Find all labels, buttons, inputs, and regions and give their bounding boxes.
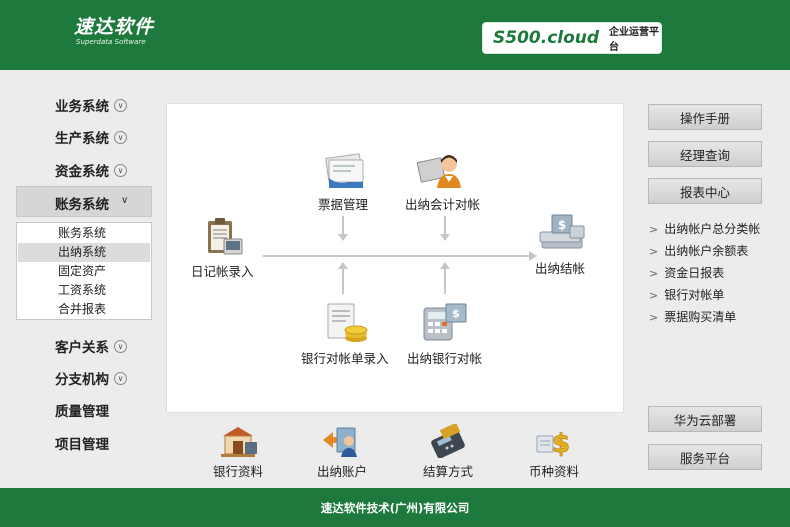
nav-item-crm[interactable]: 客户关系 ∨: [55, 334, 127, 358]
nav-label: 业务系统: [55, 99, 109, 115]
chevron-down-icon: ∨: [114, 339, 127, 353]
settlement-method-button[interactable]: 结算方式: [408, 424, 488, 480]
report-link-daily-funds[interactable]: > 资金日报表: [649, 264, 724, 281]
report-link-bill-purchase[interactable]: > 票据购买清单: [649, 308, 736, 325]
flow-arrow-down: [440, 234, 450, 241]
currency-info-button[interactable]: $ 币种资料: [514, 424, 594, 480]
report-link-cashier-balance[interactable]: > 出纳帐户余额表: [649, 242, 748, 259]
chevron-right-icon: >: [649, 267, 659, 280]
nav-label: 客户关系: [55, 340, 109, 356]
operation-manual-button[interactable]: 操作手册: [648, 104, 762, 130]
nav-label: 质量管理: [55, 404, 109, 420]
product-tagline: 企业运营平台: [609, 27, 660, 53]
flow-label-bill-management: 票据管理: [317, 197, 368, 212]
nav-item-branches[interactable]: 分支机构 ∨: [55, 366, 127, 390]
chevron-down-icon: ∨: [121, 195, 129, 206]
account-user-icon: [323, 427, 357, 457]
nav-item-projects[interactable]: 项目管理: [55, 431, 109, 455]
settlement-method-label: 结算方式: [422, 464, 473, 479]
flow-arrow-down: [338, 234, 348, 241]
report-link-label: 出纳帐户总分类帐: [664, 222, 761, 236]
footer-bar: 速达软件技术(广州)有限公司: [0, 488, 790, 527]
submenu-item-fixed-assets[interactable]: 固定资产: [18, 262, 150, 281]
submenu-item-payroll[interactable]: 工资系统: [18, 281, 150, 300]
footer-company-name: 速达软件技术(广州)有限公司: [320, 500, 470, 515]
chevron-right-icon: >: [649, 223, 659, 236]
bank-info-label: 银行资料: [212, 464, 263, 479]
cashier-flow-panel: 日记帐录入 票据管理 出纳会计对帐 $ 出纳结帐 银行对帐单录入 $ 出纳银行对…: [166, 103, 624, 413]
chevron-down-icon: ∨: [114, 98, 127, 112]
money-stack-icon: $: [539, 214, 585, 249]
statement-coins-icon: [327, 303, 368, 342]
journal-clipboard-icon: [208, 218, 243, 255]
logo-subtext: Superdata Software: [76, 38, 146, 46]
flow-line-bank-statement: [342, 268, 344, 294]
bill-stack-icon: [325, 153, 364, 188]
chevron-right-icon: >: [649, 245, 659, 258]
currency-info-label: 币种资料: [528, 464, 579, 479]
flow-line-bill: [342, 216, 344, 236]
company-logo: 速达软件 Superdata Software: [74, 16, 154, 47]
flow-node-bank-statement-entry[interactable]: 银行对帐单录入: [301, 302, 389, 367]
nav-item-funds[interactable]: 资金系统 ∨: [55, 158, 127, 182]
report-center-button[interactable]: 报表中心: [648, 178, 762, 204]
manager-query-button[interactable]: 经理查询: [648, 141, 762, 167]
header-bar: 速达软件 Superdata Software S500.cloud 企业运营平…: [0, 0, 790, 70]
flow-node-cashier-accounting-reconcile[interactable]: 出纳会计对帐: [405, 152, 480, 213]
submenu-item-consolidated[interactable]: 合并报表: [18, 300, 150, 319]
chevron-down-icon: ∨: [114, 163, 127, 177]
svg-text:$: $: [552, 429, 570, 458]
submenu-item-cashier[interactable]: 出纳系统: [18, 243, 150, 262]
report-link-label: 资金日报表: [664, 266, 725, 280]
report-link-label: 票据购买清单: [664, 310, 737, 324]
logo-text: 速达软件: [74, 16, 155, 38]
report-link-bank-statement[interactable]: > 银行对帐单: [649, 286, 724, 303]
flow-node-bill-management[interactable]: 票据管理: [315, 152, 371, 213]
cashier-person-icon: [416, 155, 461, 188]
flow-node-journal-entry[interactable]: 日记帐录入: [191, 217, 254, 280]
chevron-down-icon: ∨: [114, 371, 127, 385]
nav-label: 分支机构: [55, 372, 109, 388]
flow-label-bank-statement-entry: 银行对帐单录入: [301, 351, 389, 366]
nav-item-business[interactable]: 业务系统 ∨: [55, 93, 127, 117]
accounting-submenu: 账务系统 出纳系统 固定资产 工资系统 合并报表: [16, 222, 152, 320]
bank-building-icon: [221, 427, 257, 457]
flow-label-cashier-bank-reconcile: 出纳银行对帐: [407, 351, 483, 366]
card-terminal-icon: [431, 424, 465, 458]
product-name: S500.cloud: [493, 28, 600, 48]
flow-line-horizontal: [263, 255, 531, 257]
flow-label-journal-entry: 日记帐录入: [191, 264, 254, 279]
nav-label: 生产系统: [55, 131, 109, 147]
flow-node-cashier-bank-reconcile[interactable]: $ 出纳银行对帐: [407, 302, 482, 367]
chevron-down-icon: ∨: [114, 130, 127, 144]
dollar-coin-icon: $: [536, 429, 570, 458]
report-link-label: 出纳帐户余额表: [664, 244, 749, 258]
report-link-cashier-ledger[interactable]: > 出纳帐户总分类帐: [649, 220, 760, 237]
submenu-item-ledger[interactable]: 账务系统: [18, 224, 150, 243]
nav-item-accounting-active[interactable]: 账务系统 ∨: [16, 186, 152, 217]
nav-label: 项目管理: [55, 437, 109, 453]
product-badge: S500.cloud 企业运营平台: [482, 22, 662, 54]
svg-text:$: $: [558, 218, 566, 232]
cashier-account-label: 出纳账户: [316, 464, 367, 479]
nav-item-quality[interactable]: 质量管理: [55, 398, 109, 422]
service-platform-button[interactable]: 服务平台: [648, 444, 762, 470]
chevron-right-icon: >: [649, 311, 659, 324]
calculator-icon: $: [423, 303, 466, 341]
nav-label: 资金系统: [55, 164, 109, 180]
flow-line-cashier-accounting: [444, 216, 446, 236]
report-link-label: 银行对帐单: [664, 288, 725, 302]
nav-item-production[interactable]: 生产系统 ∨: [55, 125, 127, 149]
huawei-cloud-deploy-button[interactable]: 华为云部署: [648, 406, 762, 432]
flow-line-bank-reconcile: [444, 268, 446, 294]
nav-label: 账务系统: [55, 197, 109, 213]
chevron-right-icon: >: [649, 289, 659, 302]
bank-info-button[interactable]: 银行资料: [198, 424, 278, 480]
flow-node-cashier-closing[interactable]: $ 出纳结帐: [532, 212, 588, 277]
flow-label-cashier-accounting-reconcile: 出纳会计对帐: [405, 197, 481, 212]
svg-text:$: $: [452, 307, 460, 320]
flow-label-cashier-closing: 出纳结帐: [534, 261, 585, 276]
cashier-account-button[interactable]: 出纳账户: [302, 424, 382, 480]
